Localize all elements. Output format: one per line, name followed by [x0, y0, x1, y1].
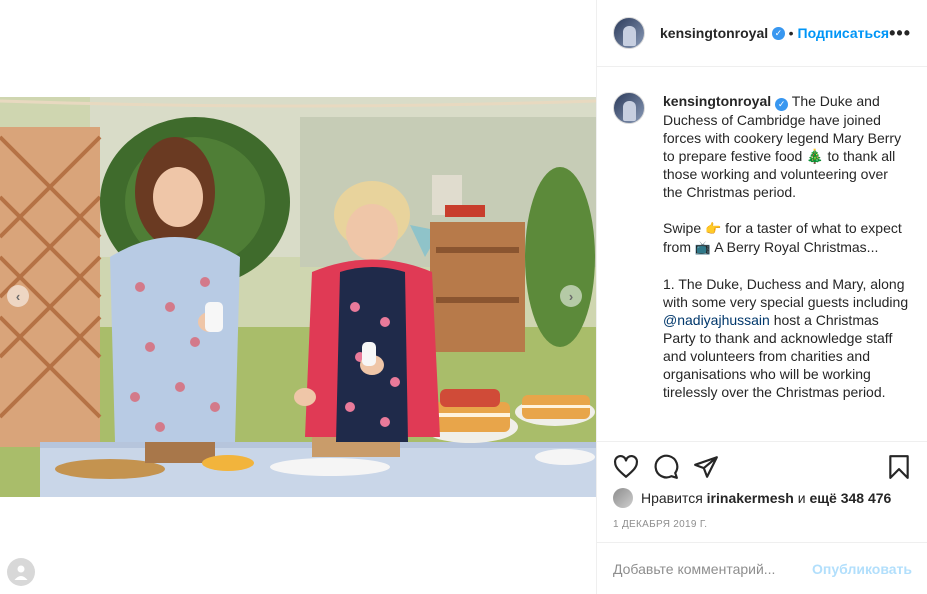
tv-icon: 📺 [694, 239, 712, 255]
heart-icon[interactable] [613, 454, 639, 480]
liker-avatar[interactable] [613, 488, 633, 508]
caption-text-2a: Swipe [663, 219, 706, 236]
post-date[interactable]: 1 ДЕКАБРЯ 2019 Г. [613, 519, 707, 530]
author-avatar[interactable] [613, 17, 645, 49]
likes-middle: и [797, 490, 806, 506]
likes-prefix: Нравится [641, 490, 703, 506]
prev-slide-button[interactable]: ‹ [7, 285, 29, 307]
chevron-left-icon: ‹ [15, 288, 21, 304]
media-pane: ‹ › [0, 0, 596, 594]
likes-summary: Нравится irinakermesh и ещё 348 476 [613, 488, 891, 508]
user-silhouette-icon [14, 565, 28, 580]
comment-bar: Опубликовать [597, 542, 927, 594]
caption-author-avatar[interactable] [613, 92, 645, 124]
likes-count[interactable]: ещё 348 476 [809, 490, 891, 506]
caption-paragraph: Swipe 👉 for a taster of what to expect f… [663, 219, 911, 257]
post-photo-illustration [0, 97, 596, 497]
publish-button[interactable]: Опубликовать [812, 561, 912, 577]
post-side-panel: kensingtonroyal ✓ • Подписаться ••• kens… [596, 0, 927, 594]
caption-area: kensingtonroyal ✓ The Duke and Duchess of… [597, 68, 927, 441]
pointing-hand-icon: 👉 [705, 220, 722, 236]
separator-dot: • [788, 25, 794, 41]
more-options-icon[interactable]: ••• [889, 23, 911, 44]
share-icon[interactable] [693, 454, 719, 480]
verified-badge-icon: ✓ [772, 26, 785, 40]
author-username[interactable]: kensingtonroyal [660, 25, 768, 41]
verified-badge-icon: ✓ [775, 97, 789, 111]
caption-text-2c: A Berry Royal Christmas... [711, 238, 879, 255]
caption-text-3a: 1. The Duke, Duchess and Mary, along wit… [663, 275, 909, 310]
caption-username[interactable]: kensingtonroyal [663, 93, 771, 109]
bookmark-icon[interactable] [886, 454, 912, 480]
post-header: kensingtonroyal ✓ • Подписаться ••• [597, 0, 927, 67]
mention-link[interactable]: @nadiyajhussain [663, 312, 770, 328]
comment-icon[interactable] [653, 454, 679, 480]
caption-paragraph: 1. The Duke, Duchess and Mary, along wit… [663, 275, 911, 401]
liker-username[interactable]: irinakermesh [707, 490, 794, 506]
caption-paragraph: kensingtonroyal ✓ The Duke and Duchess of… [663, 92, 911, 201]
chevron-right-icon: › [568, 288, 574, 304]
viewer-avatar[interactable] [7, 558, 35, 586]
next-slide-button[interactable]: › [560, 285, 582, 307]
caption-text: kensingtonroyal ✓ The Duke and Duchess of… [663, 92, 911, 441]
action-bar [597, 441, 927, 491]
follow-button[interactable]: Подписаться [798, 25, 890, 41]
comment-input[interactable] [613, 560, 813, 577]
post-photo[interactable] [0, 97, 596, 497]
